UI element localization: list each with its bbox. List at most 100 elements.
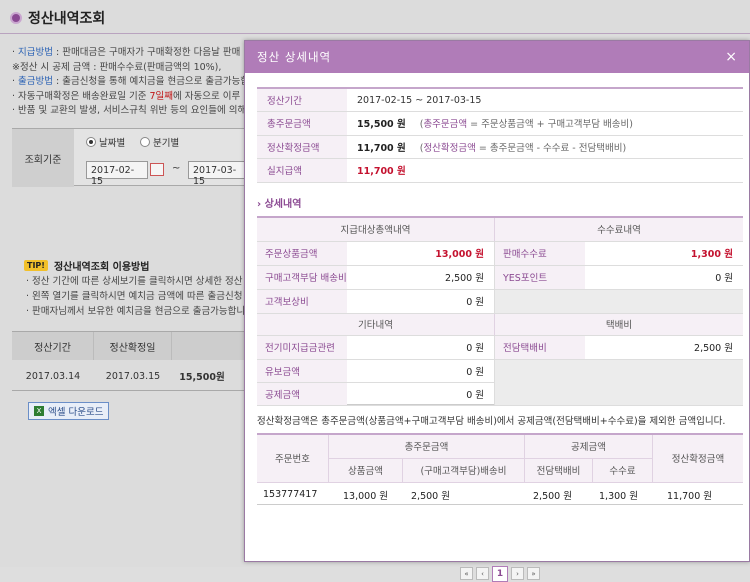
- fee-header: 수수료내역: [495, 217, 743, 242]
- other-header: 기타내역: [257, 313, 495, 336]
- column-header: 정산확정일: [94, 332, 172, 360]
- tip-list: · 정산 기간에 따른 상세보기를 클릭하시면 상세한 정산 · 왼쪽 열기를 …: [26, 274, 246, 319]
- first-page-button[interactable]: «: [460, 567, 473, 580]
- detail-grid: 지급대상총액내역 수수료내역 주문상품금액 13,000 원 판매수수료 1,3…: [257, 215, 743, 406]
- date-from-input[interactable]: 2017-02-15: [86, 161, 148, 187]
- column-header-blank: [172, 332, 250, 360]
- table-cell: 2017.03.15: [105, 370, 161, 382]
- date-to-input[interactable]: 2017-03-15: [188, 161, 250, 187]
- hold-label: 유보금액: [257, 359, 347, 383]
- total-value: 15,500 원: [357, 119, 406, 131]
- title-divider: [0, 33, 750, 34]
- close-icon[interactable]: ×: [725, 49, 737, 65]
- table-row: 실지급액 11,700 원: [257, 158, 743, 183]
- search-panel: 조회기준 날짜별 분기별 2017-02-15 ~ 2017-03-15: [12, 128, 250, 187]
- empty-cell: [495, 359, 743, 406]
- table-row: 정산기간 2017-02-15 ~ 2017-03-15: [257, 88, 743, 112]
- confirmed-value: 11,700 원: [357, 142, 406, 154]
- table-row: 총주문금액 15,500 원 (총주문금액 = 주문상품금액 + 구매고객부담 배…: [257, 111, 743, 136]
- table-cell: 153777417: [263, 489, 318, 500]
- table-cell: 2017.03.14: [25, 370, 81, 382]
- confirmed-label: 정산확정금액: [257, 135, 347, 159]
- period-label: 정산기간: [257, 88, 347, 112]
- shipping-value: 2,500 원: [347, 265, 495, 290]
- payout-header: 지급대상총액내역: [257, 217, 495, 242]
- date-separator: ~: [172, 163, 181, 174]
- deduct-value: 0 원: [347, 382, 495, 406]
- table-cell: 11,700 원: [667, 490, 713, 502]
- modal-header: 정산 상세내역 ×: [245, 41, 749, 73]
- paid-label: 실지급액: [257, 158, 347, 183]
- search-label: 조회기준: [12, 129, 74, 187]
- column-header: 정산확정금액: [653, 434, 743, 483]
- total-cell: 15,500 원 (총주문금액 = 주문상품금액 + 구매고객부담 배송비): [347, 111, 743, 136]
- notice-item: ※정산 시 공제 금액 : 판매수수료(판매금액의 10%),: [12, 61, 222, 73]
- period-value: 2017-02-15 ~ 2017-03-15: [347, 88, 743, 112]
- tip-item: · 정산 기간에 따른 상세보기를 클릭하시면 상세한 정산: [26, 276, 243, 287]
- prev-label: 전기미지급금관련: [257, 335, 347, 360]
- column-header: 수수료: [593, 458, 653, 483]
- column-header: (구매고객부담)배송비: [403, 458, 525, 483]
- shipping-label: 구매고객부담 배송비: [257, 265, 347, 290]
- excel-icon: X: [34, 406, 44, 416]
- notice-item: · 반품 및 교환의 발생, 서비스규칙 위반 등의 요인들에 의해: [12, 105, 247, 116]
- hold-value: 0 원: [347, 359, 495, 383]
- tip-title: TIP! 정산내역조회 이용방법: [24, 258, 149, 273]
- settlement-note: 정산확정금액은 총주문금액(상품금액+구매고객부담 배송비)에서 공제금액(전담…: [257, 415, 726, 427]
- excel-download-button[interactable]: X 엑셀 다운로드: [28, 402, 110, 420]
- settlement-table: 정산기간 정산확정일 2017.03.14 2017.03.15 15,500원: [12, 331, 250, 391]
- courier-header: 택배비: [495, 313, 743, 336]
- tip-item: · 판매자님께서 보유한 예치금을 현금으로 출금가능합니: [26, 306, 246, 317]
- deduct-label: 공제금액: [257, 382, 347, 406]
- prev-page-button[interactable]: ‹: [476, 567, 489, 580]
- summary-table: 정산기간 2017-02-15 ~ 2017-03-15 총주문금액 15,50…: [257, 87, 743, 183]
- yes-point-value: 0 원: [585, 266, 743, 290]
- notice-item: · 지급방법 : 판매대금은 구매자가 구매확정한 다음날 판매: [12, 47, 241, 58]
- column-header: 정산기간: [12, 332, 94, 360]
- courier-value: 2,500 원: [585, 336, 743, 360]
- confirmed-cell: 11,700 원 (정산확정금액 = 총주문금액 - 수수료 - 전담택배비): [347, 135, 743, 159]
- page-number-current[interactable]: 1: [492, 566, 508, 582]
- table-cell: 2,500 원: [533, 490, 572, 502]
- radio-checked-icon: [86, 137, 96, 147]
- radio-by-quarter[interactable]: 분기별: [140, 135, 179, 149]
- paid-value: 11,700 원: [357, 166, 406, 178]
- table-cell: 2,500 원: [411, 490, 450, 502]
- column-header: 상품금액: [329, 458, 403, 483]
- settlement-detail-modal: 정산 상세내역 × 정산기간 2017-02-15 ~ 2017-03-15 총…: [244, 40, 750, 582]
- notice-item: · 출금방법 : 출금신청을 통해 예치금을 현금으로 출금가능합: [12, 76, 250, 87]
- column-header: 전담택배비: [525, 458, 593, 483]
- radio-unchecked-icon: [140, 137, 150, 147]
- total-explanation: (총주문금액 = 주문상품금액 + 구매고객부담 배송비): [419, 119, 633, 131]
- yes-point-label: YES포인트: [495, 265, 585, 290]
- radio-by-date[interactable]: 날짜별: [86, 135, 125, 149]
- comp-value: 0 원: [347, 289, 495, 314]
- page-title: 정산내역조회: [10, 8, 105, 28]
- order-amount-label: 주문상품금액: [257, 241, 347, 266]
- sales-fee-value: 1,300 원: [585, 242, 743, 266]
- column-header: 주문번호: [257, 434, 329, 483]
- table-cell: 1,300 원: [599, 490, 638, 502]
- last-page-button[interactable]: »: [527, 567, 540, 580]
- sales-fee-label: 판매수수료: [495, 241, 585, 266]
- order-detail-table: 주문번호 총주문금액 공제금액 정산확정금액 상품금액 (구매고객부담)배송비 …: [257, 432, 743, 505]
- prev-value: 0 원: [347, 335, 495, 360]
- table-cell: 13,000 원: [343, 490, 389, 502]
- pagination: « ‹ 1 › »: [257, 566, 743, 582]
- title-bullet-icon: [10, 12, 22, 24]
- page-title-text: 정산내역조회: [28, 11, 106, 27]
- paid-cell: 11,700 원: [347, 158, 743, 183]
- table-row: 정산확정금액 11,700 원 (정산확정금액 = 총주문금액 - 수수료 - 전…: [257, 135, 743, 159]
- tip-badge: TIP!: [24, 260, 48, 271]
- next-page-button[interactable]: ›: [511, 567, 524, 580]
- total-label: 총주문금액: [257, 111, 347, 136]
- table-cell: 15,500원: [179, 372, 225, 383]
- calendar-icon[interactable]: [150, 163, 164, 176]
- confirmed-explanation: (정산확정금액 = 총주문금액 - 수수료 - 전담택배비): [419, 142, 627, 154]
- comp-label: 고객보상비: [257, 289, 347, 314]
- order-amount-value: 13,000 원: [347, 241, 495, 266]
- notice-item: · 자동구매확정은 배송완료일 기준 7일째에 자동으로 이루: [12, 90, 241, 102]
- empty-cell: [495, 289, 743, 314]
- column-header: 공제금액: [525, 434, 653, 459]
- modal-body: 정산기간 2017-02-15 ~ 2017-03-15 총주문금액 15,50…: [257, 87, 743, 582]
